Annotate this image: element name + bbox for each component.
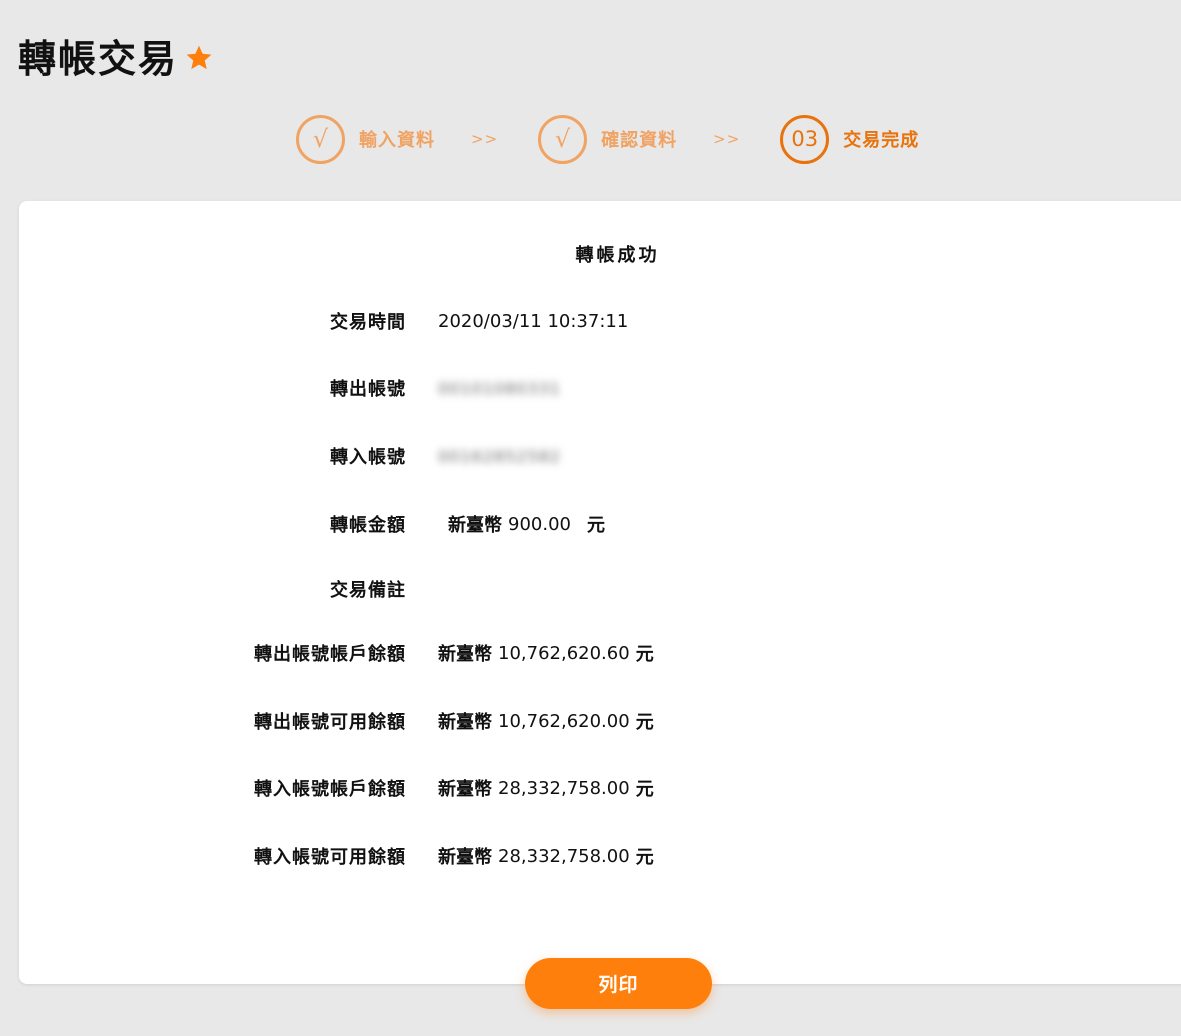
page-header: 轉帳交易 xyxy=(18,28,214,83)
amount: 10,762,620.60 xyxy=(498,642,630,664)
unit-label: 元 xyxy=(635,847,654,868)
transaction-time-value: 2020/03/11 10:37:11 xyxy=(438,310,629,332)
unit-label: 元 xyxy=(635,779,654,800)
amount: 28,332,758.00 xyxy=(498,777,630,799)
detail-row-from-account: 轉出帳號 00101080331 xyxy=(19,374,919,402)
currency-label: 新臺幣 xyxy=(438,644,492,665)
to-available-balance-value: 新臺幣 28,332,758.00 元 xyxy=(438,843,654,869)
detail-label: 轉入帳號可用餘額 xyxy=(254,847,406,868)
step-input-data: √ 輸入資料 xyxy=(296,114,435,164)
currency-label: 新臺幣 xyxy=(438,847,492,868)
result-card: 轉帳成功 交易時間 2020/03/11 10:37:11 轉出帳號 00101… xyxy=(19,201,1181,984)
detail-label: 轉帳金額 xyxy=(330,515,406,536)
detail-label: 轉出帳號 xyxy=(330,379,406,400)
detail-label: 交易時間 xyxy=(330,312,406,333)
step-separator: >> xyxy=(713,130,741,148)
from-available-balance-value: 新臺幣 10,762,620.00 元 xyxy=(438,708,654,734)
print-button[interactable]: 列印 xyxy=(525,958,712,1009)
page-title: 轉帳交易 xyxy=(18,37,179,81)
step-number: 03 xyxy=(780,114,830,164)
step-label: 輸入資料 xyxy=(359,130,435,151)
step-label: 交易完成 xyxy=(843,130,920,151)
step-transaction-complete: 03 交易完成 xyxy=(780,114,920,164)
detail-label: 轉入帳號帳戶餘額 xyxy=(254,779,406,800)
detail-label: 轉入帳號 xyxy=(330,447,406,468)
currency-label: 新臺幣 xyxy=(448,515,502,536)
step-confirm-data: √ 確認資料 xyxy=(538,114,678,164)
currency-label: 新臺幣 xyxy=(438,779,492,800)
check-icon: √ xyxy=(296,114,345,164)
unit-label: 元 xyxy=(635,712,654,733)
from-ledger-balance-value: 新臺幣 10,762,620.60 元 xyxy=(438,640,654,666)
detail-row-to-available-balance: 轉入帳號可用餘額 新臺幣 28,332,758.00 元 xyxy=(19,842,919,870)
step-separator: >> xyxy=(471,130,499,148)
to-account-value: 00162852582 xyxy=(438,446,561,466)
detail-label: 轉出帳號可用餘額 xyxy=(254,712,406,733)
detail-row-from-ledger-balance: 轉出帳號帳戶餘額 新臺幣 10,762,620.60 元 xyxy=(19,639,919,667)
detail-row-to-ledger-balance: 轉入帳號帳戶餘額 新臺幣 28,332,758.00 元 xyxy=(19,774,919,802)
from-account-value: 00101080331 xyxy=(438,378,561,398)
currency-label: 新臺幣 xyxy=(438,712,492,733)
detail-label: 轉出帳號帳戶餘額 xyxy=(254,644,406,665)
to-ledger-balance-value: 新臺幣 28,332,758.00 元 xyxy=(438,775,654,801)
detail-row-transaction-time: 交易時間 2020/03/11 10:37:11 xyxy=(19,307,919,335)
unit-label: 元 xyxy=(586,515,605,536)
transfer-amount-value: 新臺幣 900.00 元 xyxy=(448,511,605,537)
progress-steps: √ 輸入資料 >> √ 確認資料 >> 03 交易完成 xyxy=(296,114,919,164)
star-icon[interactable] xyxy=(184,43,214,73)
amount: 28,332,758.00 xyxy=(498,845,630,867)
detail-row-memo: 交易備註 xyxy=(19,575,919,603)
step-label: 確認資料 xyxy=(601,130,678,151)
amount: 900.00 xyxy=(508,513,571,535)
amount: 10,762,620.00 xyxy=(498,710,630,732)
check-icon: √ xyxy=(538,114,588,164)
detail-label: 交易備註 xyxy=(330,580,406,601)
detail-row-to-account: 轉入帳號 00162852582 xyxy=(19,442,919,470)
detail-row-from-available-balance: 轉出帳號可用餘額 新臺幣 10,762,620.00 元 xyxy=(19,707,919,735)
detail-row-transfer-amount: 轉帳金額 新臺幣 900.00 元 xyxy=(19,510,919,538)
unit-label: 元 xyxy=(635,644,654,665)
result-heading: 轉帳成功 xyxy=(575,245,660,266)
